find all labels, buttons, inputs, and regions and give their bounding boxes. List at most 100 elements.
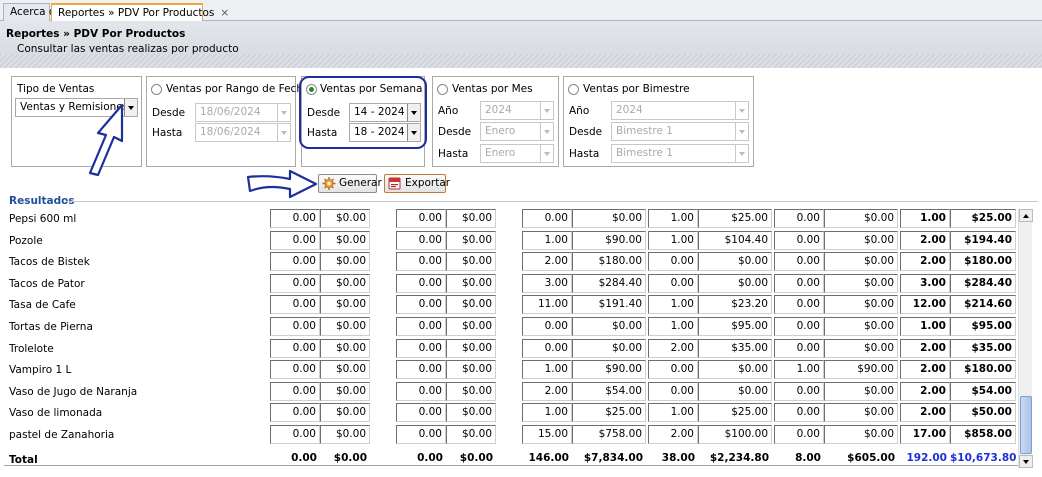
quantity-cell[interactable]: 1.00 (522, 360, 572, 380)
amount-cell[interactable]: $95.00 (698, 317, 772, 336)
amount-cell[interactable]: $180.00 (572, 252, 646, 272)
quantity-cell[interactable]: 1.00 (774, 360, 824, 380)
amount-cell[interactable]: $0.00 (446, 230, 496, 250)
close-icon[interactable]: × (220, 7, 229, 19)
amount-cell[interactable]: $214.60 (950, 295, 1016, 315)
amount-cell[interactable]: $0.00 (320, 230, 370, 250)
rango-desde-date[interactable]: 18/06/2024 (195, 103, 291, 122)
amount-cell[interactable]: $0.00 (698, 381, 772, 401)
bimestre-hasta-select[interactable]: Bimestre 1 (611, 144, 749, 163)
amount-cell[interactable]: $0.00 (320, 360, 370, 380)
amount-cell[interactable]: $25.00 (698, 209, 772, 228)
mes-anio-select[interactable]: 2024 (480, 101, 554, 120)
amount-cell[interactable]: $35.00 (950, 338, 1016, 358)
amount-cell[interactable]: $0.00 (824, 403, 898, 423)
scroll-thumb[interactable] (1020, 396, 1032, 454)
amount-cell[interactable]: $0.00 (446, 381, 496, 401)
mes-radio[interactable] (437, 84, 448, 95)
quantity-cell[interactable]: 0.00 (396, 209, 446, 228)
exportar-button[interactable]: Exportar (384, 174, 450, 193)
quantity-cell[interactable]: 0.00 (396, 273, 446, 293)
quantity-cell[interactable]: 2.00 (900, 230, 950, 250)
amount-cell[interactable]: $0.00 (698, 273, 772, 293)
amount-cell[interactable]: $0.00 (446, 360, 496, 380)
quantity-cell[interactable]: 0.00 (522, 317, 572, 336)
quantity-cell[interactable]: 1.00 (648, 403, 698, 423)
amount-cell[interactable]: $758.00 (572, 425, 646, 444)
amount-cell[interactable]: $0.00 (698, 252, 772, 272)
quantity-cell[interactable]: 0.00 (270, 230, 320, 250)
amount-cell[interactable]: $0.00 (446, 425, 496, 444)
amount-cell[interactable]: $0.00 (446, 273, 496, 293)
rango-fechas-radio[interactable] (151, 84, 162, 95)
quantity-cell[interactable]: 0.00 (522, 338, 572, 358)
amount-cell[interactable]: $104.40 (698, 230, 772, 250)
quantity-cell[interactable]: 1.00 (648, 295, 698, 315)
amount-cell[interactable]: $0.00 (572, 317, 646, 336)
quantity-cell[interactable]: 0.00 (396, 403, 446, 423)
quantity-cell[interactable]: 0.00 (774, 252, 824, 272)
bimestre-radio[interactable] (568, 84, 579, 95)
quantity-cell[interactable]: 2.00 (900, 403, 950, 423)
mes-hasta-select[interactable]: Enero (480, 144, 554, 163)
amount-cell[interactable]: $25.00 (572, 403, 646, 423)
amount-cell[interactable]: $0.00 (320, 273, 370, 293)
quantity-cell[interactable]: 0.00 (774, 230, 824, 250)
amount-cell[interactable]: $180.00 (950, 360, 1016, 380)
amount-cell[interactable]: $0.00 (446, 209, 496, 228)
amount-cell[interactable]: $23.20 (698, 295, 772, 315)
amount-cell[interactable]: $100.00 (698, 425, 772, 444)
generar-button[interactable]: Generar (318, 174, 382, 193)
tab-pdv-por-productos[interactable]: Reportes » PDV Por Productos × (51, 3, 229, 22)
quantity-cell[interactable]: 0.00 (270, 295, 320, 315)
amount-cell[interactable]: $0.00 (824, 252, 898, 272)
quantity-cell[interactable]: 2.00 (522, 381, 572, 401)
amount-cell[interactable]: $0.00 (320, 317, 370, 336)
quantity-cell[interactable]: 1.00 (900, 209, 950, 228)
amount-cell[interactable]: $0.00 (320, 425, 370, 444)
quantity-cell[interactable]: 2.00 (900, 381, 950, 401)
quantity-cell[interactable]: 15.00 (522, 425, 572, 444)
bimestre-anio-select[interactable]: 2024 (611, 101, 749, 120)
amount-cell[interactable]: $0.00 (320, 209, 370, 228)
quantity-cell[interactable]: 0.00 (648, 381, 698, 401)
amount-cell[interactable]: $54.00 (950, 381, 1016, 401)
amount-cell[interactable]: $284.40 (572, 273, 646, 293)
quantity-cell[interactable]: 2.00 (648, 338, 698, 358)
quantity-cell[interactable]: 0.00 (270, 425, 320, 444)
amount-cell[interactable]: $35.00 (698, 338, 772, 358)
quantity-cell[interactable]: 0.00 (270, 273, 320, 293)
quantity-cell[interactable]: 0.00 (396, 425, 446, 444)
quantity-cell[interactable]: 2.00 (522, 252, 572, 272)
quantity-cell[interactable]: 3.00 (522, 273, 572, 293)
quantity-cell[interactable]: 0.00 (396, 381, 446, 401)
amount-cell[interactable]: $25.00 (950, 209, 1016, 228)
quantity-cell[interactable]: 0.00 (270, 403, 320, 423)
bimestre-desde-select[interactable]: Bimestre 1 (611, 122, 749, 141)
amount-cell[interactable]: $90.00 (572, 360, 646, 380)
scroll-down-icon[interactable] (1019, 455, 1033, 468)
amount-cell[interactable]: $95.00 (950, 317, 1016, 336)
amount-cell[interactable]: $0.00 (446, 252, 496, 272)
quantity-cell[interactable]: 0.00 (774, 273, 824, 293)
vertical-scrollbar[interactable] (1018, 209, 1033, 468)
amount-cell[interactable]: $0.00 (824, 317, 898, 336)
amount-cell[interactable]: $858.00 (950, 425, 1016, 444)
amount-cell[interactable]: $0.00 (824, 381, 898, 401)
amount-cell[interactable]: $194.40 (950, 230, 1016, 250)
amount-cell[interactable]: $0.00 (824, 338, 898, 358)
quantity-cell[interactable]: 0.00 (774, 317, 824, 336)
quantity-cell[interactable]: 17.00 (900, 425, 950, 444)
quantity-cell[interactable]: 1.00 (522, 403, 572, 423)
quantity-cell[interactable]: 3.00 (900, 273, 950, 293)
quantity-cell[interactable]: 12.00 (900, 295, 950, 315)
tab-acerca-de[interactable]: Acerca de (3, 3, 62, 21)
quantity-cell[interactable]: 1.00 (900, 317, 950, 336)
amount-cell[interactable]: $0.00 (824, 230, 898, 250)
amount-cell[interactable]: $0.00 (320, 381, 370, 401)
quantity-cell[interactable]: 1.00 (648, 209, 698, 228)
amount-cell[interactable]: $0.00 (320, 338, 370, 358)
amount-cell[interactable]: $0.00 (320, 252, 370, 272)
quantity-cell[interactable]: 2.00 (900, 252, 950, 272)
quantity-cell[interactable]: 2.00 (900, 360, 950, 380)
